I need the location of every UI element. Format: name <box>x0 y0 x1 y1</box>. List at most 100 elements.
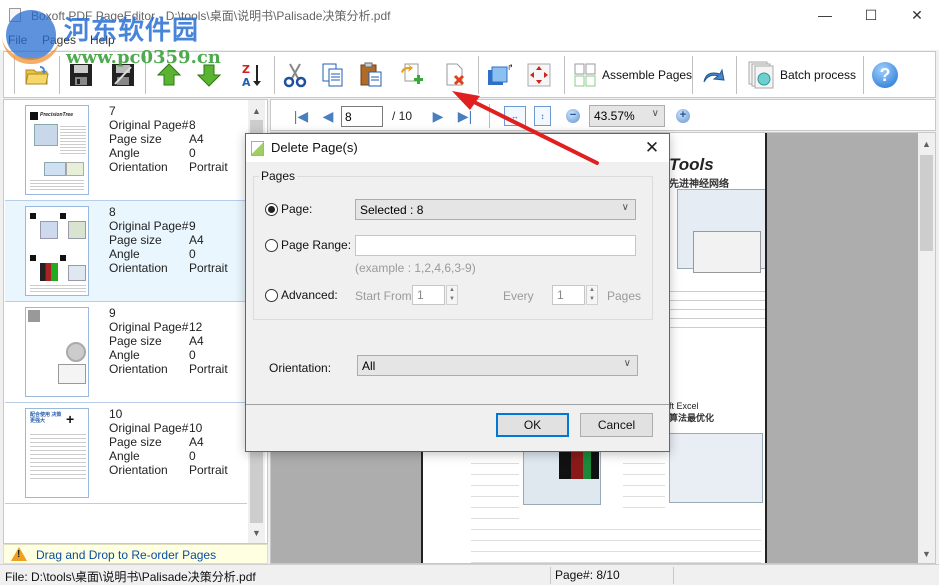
orientation-value: Portrait <box>189 261 228 275</box>
scroll-down-icon[interactable]: ▼ <box>918 545 935 562</box>
orientation-select[interactable]: All ∨ <box>357 355 638 376</box>
rotate-page-button[interactable]: ↱ <box>484 58 514 92</box>
page-index: 8 <box>109 205 116 219</box>
first-page-icon: |◀ <box>293 107 309 124</box>
hint-bar: ! Drag and Drop to Re-order Pages <box>3 544 268 564</box>
thumbnail-item[interactable]: 9 Original Page# 12 Page size A4 Angle 0 Or… <box>5 302 247 403</box>
menu-bar: File Pages Help <box>0 30 939 50</box>
scroll-up-icon[interactable]: ▲ <box>918 135 935 152</box>
close-icon: ✕ <box>644 138 660 157</box>
page-size-label: Page size <box>109 233 162 247</box>
angle-value: 0 <box>189 348 196 362</box>
original-page-label: Original Page# <box>109 320 189 334</box>
scroll-up-icon[interactable]: ▲ <box>248 102 265 119</box>
save-as-icon <box>112 64 134 86</box>
dialog-title-bar: Delete Page(s) ✕ <box>246 134 669 162</box>
zoom-in-button[interactable]: + <box>676 109 690 123</box>
page-radio-label[interactable]: Page: <box>281 202 312 216</box>
menu-file[interactable]: File <box>8 33 27 47</box>
copy-button[interactable] <box>318 58 348 92</box>
move-up-button[interactable] <box>154 58 184 92</box>
help-button[interactable]: ? <box>870 58 900 92</box>
start-from-input[interactable] <box>412 285 445 305</box>
menu-help[interactable]: Help <box>90 33 115 47</box>
sort-button[interactable]: ZA <box>236 58 266 92</box>
thumbnail-item[interactable]: 配合使用 决策更强大 + 10 Original Page# 10 Page si… <box>5 403 247 504</box>
ok-button[interactable]: OK <box>496 413 569 437</box>
maximize-button[interactable]: ☐ <box>848 0 894 30</box>
scroll-down-icon[interactable]: ▼ <box>248 524 265 541</box>
page-size-value: A4 <box>189 334 204 348</box>
fit-width-button[interactable]: ↔ <box>504 106 526 126</box>
chevron-down-icon: ∨ <box>621 202 629 213</box>
start-from-spinner[interactable]: ▲ ▼ <box>446 285 458 305</box>
scrollbar-thumb[interactable] <box>920 155 933 251</box>
thumbnail-info: 10 Original Page# 10 Page size A4 Angle 0 O… <box>109 407 228 477</box>
page-size-value: A4 <box>189 132 204 146</box>
cancel-button[interactable]: Cancel <box>580 413 653 437</box>
page-number-input[interactable] <box>341 106 383 127</box>
assemble-pages-button[interactable]: Assemble Pages <box>574 58 708 92</box>
menu-pages[interactable]: Pages <box>42 33 76 47</box>
assemble-pages-icon <box>574 63 596 87</box>
main-toolbar: ZA ↱ Assemble Pages Batch process ? <box>3 51 936 98</box>
page-thumbnail: 配合使用 决策更强大 + <box>25 408 89 498</box>
thumbnail-item-selected[interactable]: 8 Original Page# 9 Page size A4 Angle 0 Ori… <box>5 201 247 302</box>
help-glyph: ? <box>879 64 891 85</box>
first-page-button[interactable]: |◀ <box>291 107 311 125</box>
spin-down-icon[interactable]: ▼ <box>587 295 597 304</box>
orientation-label: Orientation <box>109 160 168 174</box>
page-index: 7 <box>109 104 116 118</box>
zoom-select[interactable]: 43.57% ∨ <box>589 105 665 127</box>
page-range-label[interactable]: Page Range: <box>281 238 351 252</box>
zoom-in-icon: + <box>679 109 687 121</box>
insert-page-button[interactable] <box>396 58 426 92</box>
page-size-value: A4 <box>189 435 204 449</box>
advanced-radio[interactable] <box>265 289 278 302</box>
batch-process-button[interactable]: Batch process <box>748 58 866 92</box>
page-radio[interactable] <box>265 203 278 216</box>
orientation-label: Orientation <box>109 261 168 275</box>
cut-button[interactable] <box>280 58 310 92</box>
orientation-value: Portrait <box>189 160 228 174</box>
move-down-button[interactable] <box>194 58 224 92</box>
svg-text:Z: Z <box>242 63 250 76</box>
every-input[interactable] <box>552 285 585 305</box>
previous-page-button[interactable]: ◀ <box>318 107 338 125</box>
page-thumbnail <box>25 206 89 296</box>
delete-page-button[interactable] <box>440 58 470 92</box>
close-button[interactable]: ✕ <box>894 0 939 30</box>
insert-page-icon <box>401 63 423 84</box>
dialog-close-button[interactable]: ✕ <box>641 137 663 159</box>
minimize-button[interactable]: — <box>802 0 848 30</box>
every-spinner[interactable]: ▲ ▼ <box>586 285 598 305</box>
page-select[interactable]: Selected : 8 ∨ <box>355 199 636 220</box>
page-range-input[interactable] <box>355 235 636 256</box>
viewer-scrollbar[interactable]: ▲ ▼ <box>918 133 935 563</box>
arrow-down-icon <box>197 64 221 87</box>
fit-width-icon: ↔ <box>511 111 519 121</box>
thumbnail-item[interactable]: PrecisionTree 7 Original Page# 8 Page siz… <box>5 100 247 201</box>
batch-process-icon <box>748 61 774 89</box>
save-as-button[interactable] <box>108 58 138 92</box>
next-page-button[interactable]: ▶ <box>428 107 448 125</box>
spin-up-icon[interactable]: ▲ <box>447 286 457 295</box>
help-icon: ? <box>872 62 898 88</box>
undo-button[interactable] <box>698 58 728 92</box>
crop-button[interactable] <box>524 58 554 92</box>
save-icon <box>70 64 92 86</box>
app-icon <box>9 8 21 22</box>
save-button[interactable] <box>66 58 96 92</box>
spin-down-icon[interactable]: ▼ <box>447 295 457 304</box>
open-button[interactable] <box>22 58 52 92</box>
page-range-radio[interactable] <box>265 239 278 252</box>
last-page-button[interactable]: ▶| <box>455 107 475 125</box>
page-thumbnail <box>25 307 89 397</box>
zoom-out-button[interactable]: − <box>566 109 580 123</box>
spin-up-icon[interactable]: ▲ <box>587 286 597 295</box>
angle-value: 0 <box>189 146 196 160</box>
paste-button[interactable] <box>356 58 386 92</box>
page-range-example: (example : 1,2,4,6,3-9) <box>355 261 476 275</box>
advanced-label[interactable]: Advanced: <box>281 288 338 302</box>
fit-height-button[interactable]: ↕ <box>534 106 551 126</box>
